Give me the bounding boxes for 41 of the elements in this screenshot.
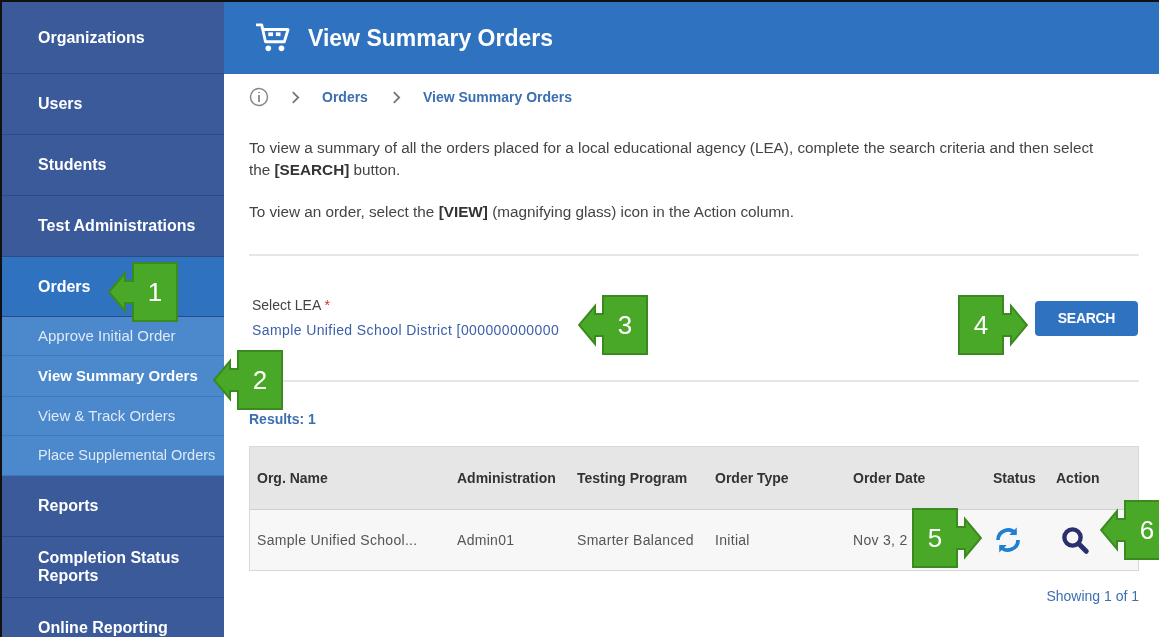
nav-item[interactable]: Students bbox=[2, 135, 224, 196]
callout-marker: 4 bbox=[958, 295, 1028, 355]
breadcrumb-link[interactable]: Orders bbox=[322, 89, 368, 105]
callout-marker: 6 bbox=[1100, 500, 1159, 560]
results-count: Results: 1 bbox=[249, 411, 317, 427]
breadcrumb-link[interactable]: View Summary Orders bbox=[422, 89, 573, 105]
nav-item[interactable]: Users bbox=[2, 74, 224, 135]
column-header: Administration bbox=[457, 470, 556, 486]
column-header: Action bbox=[1056, 470, 1100, 486]
table-cell: Initial bbox=[715, 532, 750, 548]
page-title: View Summary Orders bbox=[308, 24, 554, 52]
refresh-icon bbox=[993, 525, 1023, 555]
column-header: Order Type bbox=[715, 470, 789, 486]
column-header: Org. Name bbox=[257, 470, 328, 486]
pagination-text: Showing 1 of 1 bbox=[1046, 588, 1139, 604]
callout-marker: 2 bbox=[213, 350, 283, 410]
search-button[interactable]: SEARCH bbox=[1035, 300, 1138, 336]
nav-item[interactable]: Completion Status Reports bbox=[2, 537, 224, 598]
callout-marker: 5 bbox=[912, 508, 982, 568]
table-cell: Admin01 bbox=[457, 532, 515, 548]
table-cell: Nov 3, 2 bbox=[853, 532, 908, 548]
column-header: Order Date bbox=[853, 470, 926, 486]
search-icon[interactable] bbox=[1060, 525, 1090, 555]
column-header: Testing Program bbox=[577, 470, 688, 486]
chevron-icon bbox=[391, 90, 401, 104]
instruction-text: To view an order, select the [VIEW] (magnifying glass) icon in the Action column. bbox=[249, 202, 795, 222]
chevron-icon bbox=[291, 90, 300, 104]
callout-marker: 1 bbox=[108, 262, 178, 322]
column-header: Status bbox=[993, 470, 1036, 486]
nav-item[interactable]: Reports bbox=[2, 476, 224, 537]
info-icon[interactable] bbox=[249, 87, 269, 107]
table-cell: Sample Unified School... bbox=[257, 532, 418, 548]
callout-marker: 3 bbox=[578, 295, 648, 355]
nav-item[interactable]: Online Reporting bbox=[2, 598, 224, 637]
instruction-text: To view a summary of all the orders placed for a local educational agency (LEA), complete the search criteria and then select the [SEARCH] button. bbox=[249, 138, 1095, 180]
nav-subitem[interactable]: View Summary Orders bbox=[2, 356, 224, 397]
required-mark: * bbox=[324, 297, 330, 313]
field-label: Select LEA bbox=[252, 297, 321, 313]
lea-dropdown[interactable]: Sample Unified School District [000000000000 bbox=[249, 322, 560, 338]
cart-icon bbox=[254, 22, 292, 54]
table-cell: Smarter Balanced bbox=[577, 532, 694, 548]
